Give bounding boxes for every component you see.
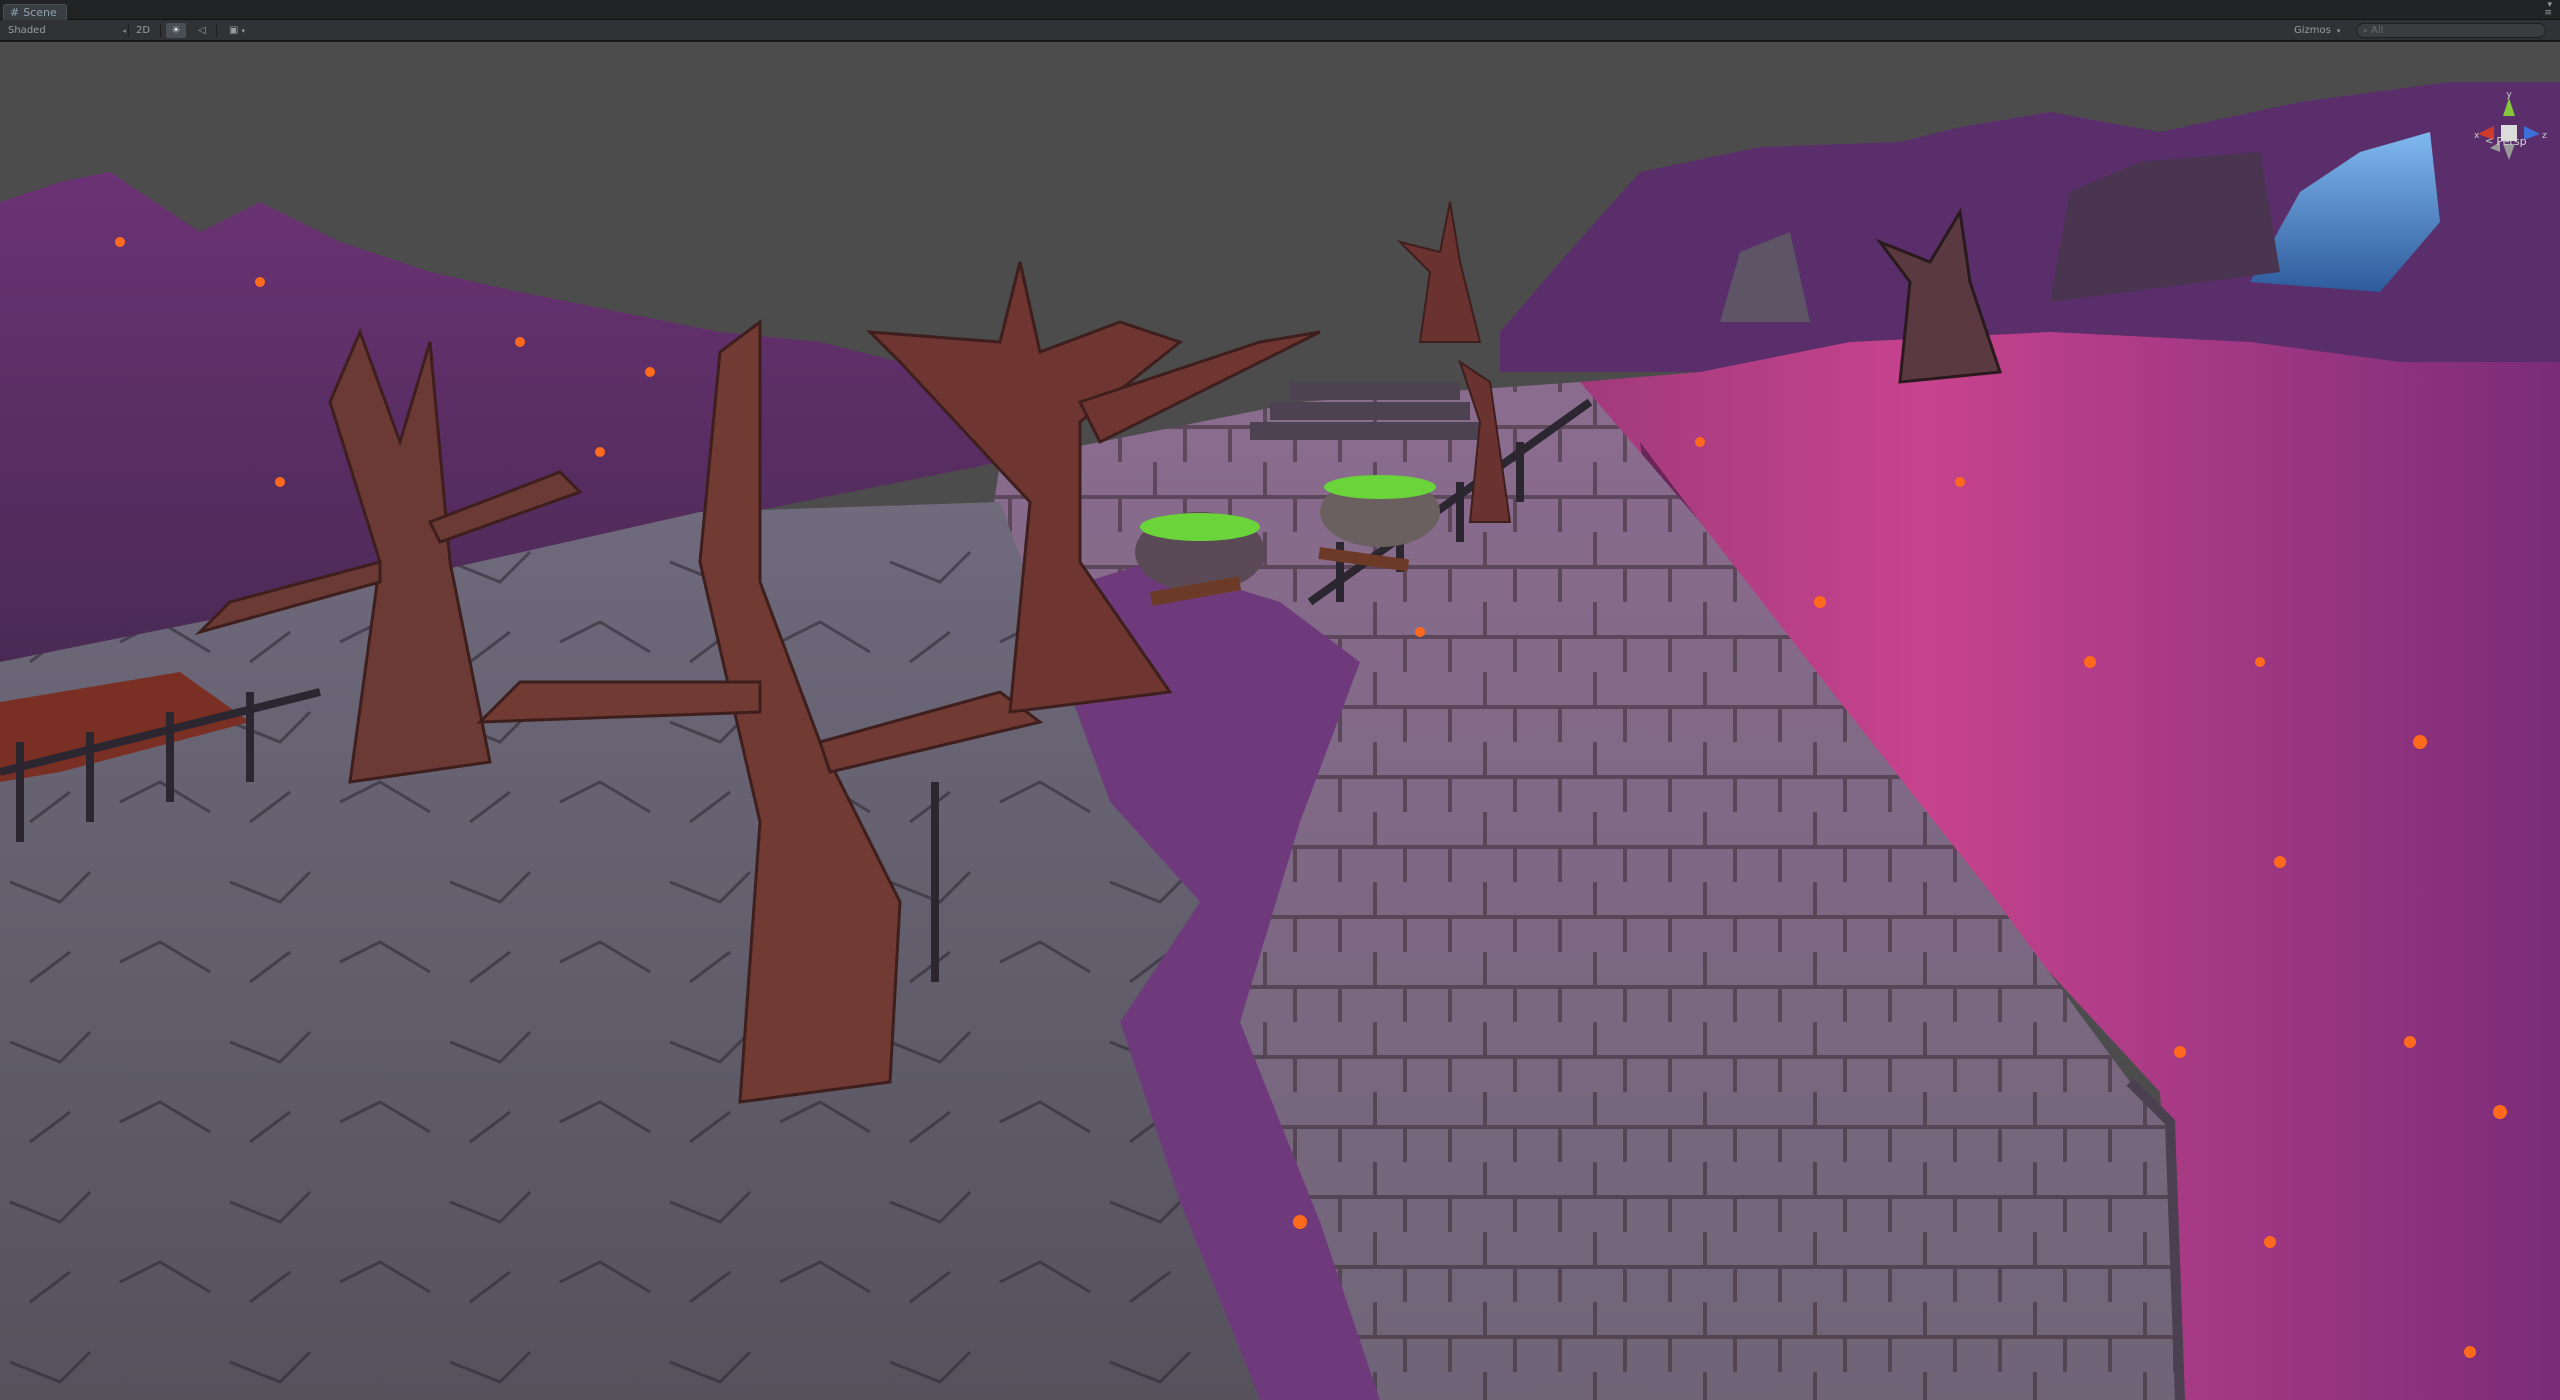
scene-render[interactable] xyxy=(0,42,2560,1400)
scene-effects-dropdown[interactable]: ▣ ▾ xyxy=(222,23,252,38)
cauldron-right xyxy=(1320,475,1440,547)
search-icon: ⌕ xyxy=(2363,25,2369,36)
sun-icon: ☀ xyxy=(171,25,181,36)
scene-toolbar: Shaded ◂ 2D ☀ ◁ ▣ ▾ Gizmos ▾ ⌕ xyxy=(0,20,2560,41)
tab-scene-label: Scene xyxy=(23,6,57,19)
toolbar-divider xyxy=(128,24,129,37)
chevron-left-icon: < xyxy=(2485,136,2494,147)
image-icon: ▣ xyxy=(229,25,239,36)
chevron-down-icon: ◂ xyxy=(122,26,126,35)
draw-mode-label: Shaded xyxy=(8,25,46,36)
gizmos-dropdown[interactable]: Gizmos ▾ xyxy=(2294,23,2348,38)
scene-lighting-toggle[interactable]: ☀ xyxy=(166,23,186,38)
toolbar-divider xyxy=(160,24,161,37)
tab-scene[interactable]: # Scene xyxy=(3,4,67,20)
projection-toggle[interactable]: < Persp xyxy=(2485,135,2555,148)
scene-audio-toggle[interactable]: ◁ xyxy=(194,23,210,38)
editor-tab-bar: # Scene ▾ ≡ xyxy=(0,0,2560,20)
toggle-2d-button[interactable]: 2D xyxy=(130,23,156,38)
scene-icon: # xyxy=(10,6,20,19)
axis-x-label: x xyxy=(2474,131,2480,141)
axis-y-cone xyxy=(2503,98,2515,116)
scene-search[interactable]: ⌕ xyxy=(2356,23,2546,38)
toolbar-divider xyxy=(216,24,217,37)
search-input[interactable] xyxy=(2371,25,2522,36)
panel-menu-icon[interactable]: ≡ xyxy=(2544,9,2552,18)
draw-mode-dropdown[interactable]: Shaded ◂ xyxy=(8,23,126,38)
speaker-icon: ◁ xyxy=(198,25,206,36)
scene-viewport[interactable]: y x z < Persp xyxy=(0,42,2560,1400)
cauldron-left xyxy=(1135,512,1265,592)
orientation-gizmo[interactable]: y x z xyxy=(2470,90,2548,168)
axis-y-label: y xyxy=(2506,90,2512,100)
chevron-down-icon: ▾ xyxy=(2336,26,2341,35)
chevron-down-icon: ▾ xyxy=(241,26,245,35)
gizmos-label: Gizmos xyxy=(2294,25,2331,36)
projection-label: Persp xyxy=(2496,135,2527,148)
window-controls[interactable]: ▾ ≡ xyxy=(2526,1,2552,18)
